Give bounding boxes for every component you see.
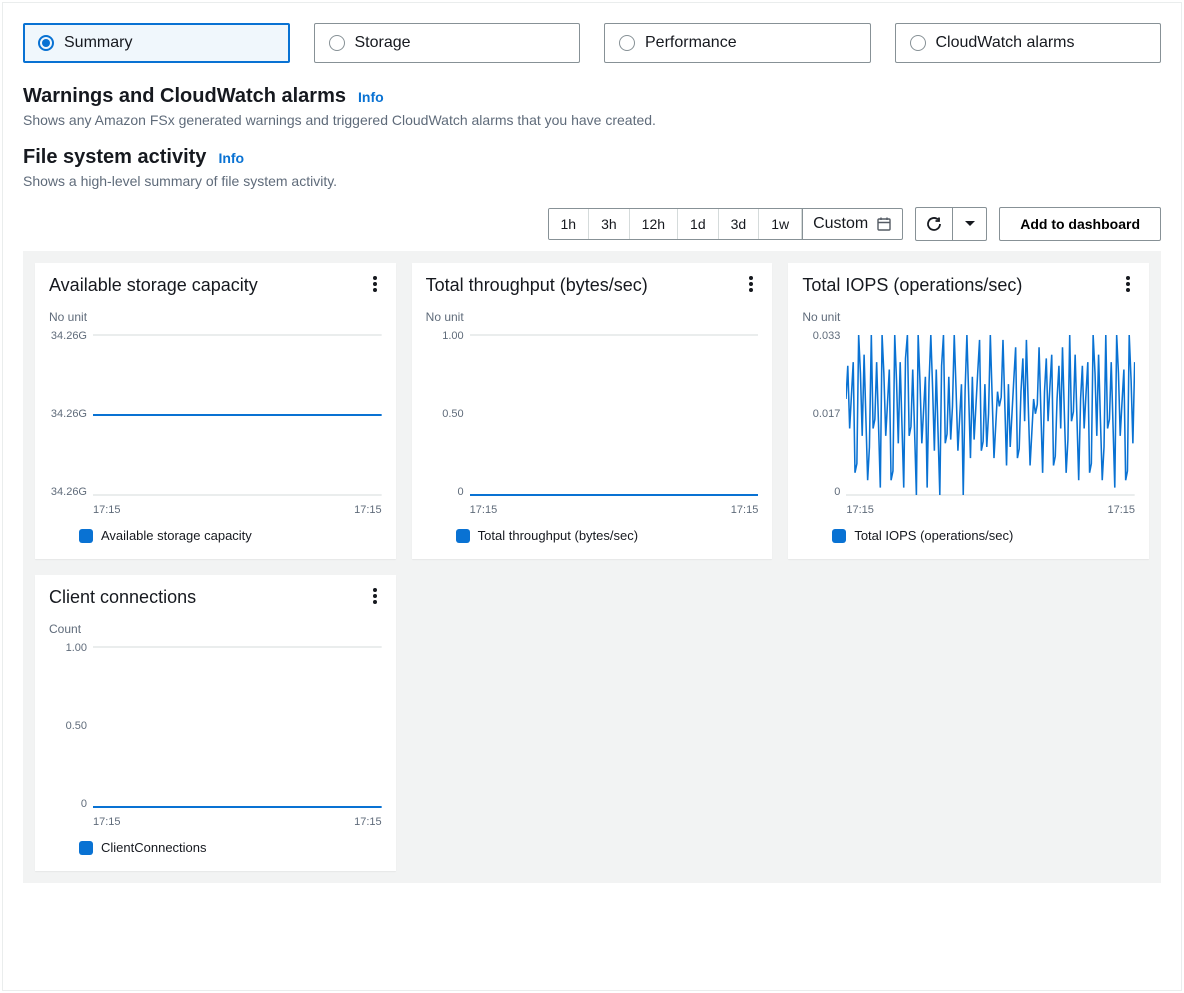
refresh-button[interactable] bbox=[915, 207, 953, 241]
section-title: Warnings and CloudWatch alarms bbox=[23, 85, 346, 108]
chart-body: 34.26G 34.26G 34.26G bbox=[49, 330, 382, 500]
y-axis: 1.00 0.50 0 bbox=[49, 642, 93, 812]
timerange-segment: 1h 3h 12h 1d 3d 1w Custom bbox=[548, 208, 904, 240]
y-axis: 0.033 0.017 0 bbox=[802, 330, 846, 500]
card-menu-icon[interactable] bbox=[1119, 275, 1137, 293]
x-axis: 17:15 17:15 bbox=[846, 504, 1135, 516]
tab-label: CloudWatch alarms bbox=[936, 34, 1075, 52]
tab-performance[interactable]: Performance bbox=[604, 23, 871, 63]
page-container: Summary Storage Performance CloudWatch a… bbox=[2, 2, 1182, 991]
chart-card-available-storage: Available storage capacity No unit 34.26… bbox=[35, 263, 396, 559]
info-link[interactable]: Info bbox=[218, 150, 244, 166]
tab-label: Storage bbox=[355, 34, 411, 52]
y-axis: 1.00 0.50 0 bbox=[426, 330, 470, 500]
card-unit: No unit bbox=[49, 310, 382, 324]
legend-label: Total IOPS (operations/sec) bbox=[854, 528, 1013, 543]
chart-body: 1.00 0.50 0 bbox=[49, 642, 382, 812]
legend-swatch bbox=[456, 529, 470, 543]
radio-icon bbox=[38, 35, 54, 51]
chart-body: 1.00 0.50 0 bbox=[426, 330, 759, 500]
info-link[interactable]: Info bbox=[358, 89, 384, 105]
tab-storage[interactable]: Storage bbox=[314, 23, 581, 63]
card-menu-icon[interactable] bbox=[742, 275, 760, 293]
warnings-subtitle: Shows any Amazon FSx generated warnings … bbox=[23, 112, 1161, 128]
x-axis: 17:15 17:15 bbox=[93, 504, 382, 516]
plot-area[interactable] bbox=[93, 330, 382, 500]
card-menu-icon[interactable] bbox=[366, 275, 384, 293]
tab-cloudwatch-alarms[interactable]: CloudWatch alarms bbox=[895, 23, 1162, 63]
x-axis: 17:15 17:15 bbox=[470, 504, 759, 516]
legend: ClientConnections bbox=[79, 840, 382, 855]
legend-swatch bbox=[832, 529, 846, 543]
chart-card-client-connections: Client connections Count 1.00 0.50 0 17:… bbox=[35, 575, 396, 871]
chart-card-iops: Total IOPS (operations/sec) No unit 0.03… bbox=[788, 263, 1149, 559]
tab-summary[interactable]: Summary bbox=[23, 23, 290, 63]
legend-label: Total throughput (bytes/sec) bbox=[478, 528, 638, 543]
plot-area[interactable] bbox=[93, 642, 382, 812]
timerange-12h[interactable]: 12h bbox=[630, 209, 678, 239]
x-axis: 17:15 17:15 bbox=[93, 816, 382, 828]
card-title: Client connections bbox=[49, 587, 382, 608]
timerange-3d[interactable]: 3d bbox=[719, 209, 760, 239]
card-title: Available storage capacity bbox=[49, 275, 382, 296]
card-unit: No unit bbox=[802, 310, 1135, 324]
chart-card-throughput: Total throughput (bytes/sec) No unit 1.0… bbox=[412, 263, 773, 559]
refresh-icon bbox=[926, 216, 942, 232]
timerange-1w[interactable]: 1w bbox=[759, 209, 802, 239]
section-title: File system activity bbox=[23, 146, 206, 169]
chart-toolbar: 1h 3h 12h 1d 3d 1w Custom Add to dashboa… bbox=[23, 207, 1161, 241]
charts-grid: Available storage capacity No unit 34.26… bbox=[23, 251, 1161, 883]
legend: Total throughput (bytes/sec) bbox=[456, 528, 759, 543]
timerange-custom[interactable]: Custom bbox=[802, 209, 902, 239]
activity-subtitle: Shows a high-level summary of file syste… bbox=[23, 173, 1161, 189]
plot-area[interactable] bbox=[846, 330, 1135, 500]
card-title: Total throughput (bytes/sec) bbox=[426, 275, 759, 296]
card-menu-icon[interactable] bbox=[366, 587, 384, 605]
tab-label: Summary bbox=[64, 34, 132, 52]
refresh-button-group bbox=[915, 207, 987, 241]
radio-icon bbox=[910, 35, 926, 51]
card-unit: Count bbox=[49, 622, 382, 636]
refresh-menu-button[interactable] bbox=[953, 207, 987, 241]
legend-swatch bbox=[79, 529, 93, 543]
card-unit: No unit bbox=[426, 310, 759, 324]
activity-heading: File system activity Info bbox=[23, 146, 1161, 169]
legend-swatch bbox=[79, 841, 93, 855]
radio-icon bbox=[329, 35, 345, 51]
legend: Available storage capacity bbox=[79, 528, 382, 543]
legend: Total IOPS (operations/sec) bbox=[832, 528, 1135, 543]
radio-icon bbox=[619, 35, 635, 51]
tab-bar: Summary Storage Performance CloudWatch a… bbox=[23, 23, 1161, 63]
chevron-down-icon bbox=[964, 218, 976, 230]
add-to-dashboard-button[interactable]: Add to dashboard bbox=[999, 207, 1161, 241]
timerange-1d[interactable]: 1d bbox=[678, 209, 719, 239]
y-axis: 34.26G 34.26G 34.26G bbox=[49, 330, 93, 500]
timerange-3h[interactable]: 3h bbox=[589, 209, 630, 239]
warnings-heading: Warnings and CloudWatch alarms Info bbox=[23, 85, 1161, 108]
card-title: Total IOPS (operations/sec) bbox=[802, 275, 1135, 296]
chart-body: 0.033 0.017 0 bbox=[802, 330, 1135, 500]
timerange-1h[interactable]: 1h bbox=[549, 209, 590, 239]
legend-label: Available storage capacity bbox=[101, 528, 252, 543]
legend-label: ClientConnections bbox=[101, 840, 207, 855]
plot-area[interactable] bbox=[470, 330, 759, 500]
calendar-icon bbox=[876, 216, 892, 232]
tab-label: Performance bbox=[645, 34, 737, 52]
custom-label: Custom bbox=[813, 215, 868, 233]
